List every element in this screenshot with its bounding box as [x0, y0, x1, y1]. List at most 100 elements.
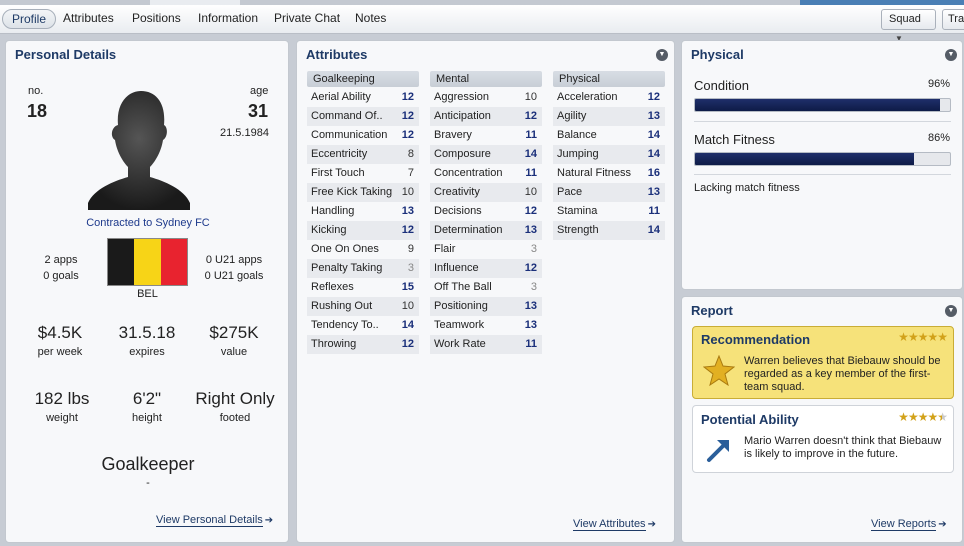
tab-private-chat[interactable]: Private Chat: [265, 9, 349, 29]
attribute-row[interactable]: Command Of.. 12: [307, 107, 419, 126]
divider: [694, 121, 951, 122]
attribute-value: 14: [524, 148, 537, 160]
tab-information[interactable]: Information: [189, 9, 267, 29]
attribute-name: Penalty Taking: [311, 262, 383, 274]
view-reports-label: View Reports: [871, 518, 937, 531]
attribute-row[interactable]: Stamina 11: [553, 202, 665, 221]
attribute-row[interactable]: Concentration 11: [430, 164, 542, 183]
tab-notes[interactable]: Notes: [346, 9, 395, 29]
player-position: Goalkeeper: [101, 454, 195, 474]
attribute-name: Creativity: [434, 186, 480, 198]
panel-menu-icon[interactable]: ▼: [945, 49, 957, 61]
tab-profile[interactable]: Profile: [2, 9, 57, 29]
divider: [694, 174, 951, 175]
attribute-name: Acceleration: [557, 91, 618, 103]
physical-title: Physical: [691, 47, 744, 62]
attribute-name: Natural Fitness: [557, 167, 631, 179]
attribute-row[interactable]: Rushing Out 10: [307, 297, 419, 316]
attribute-name: Eccentricity: [311, 148, 368, 160]
condition-bar-fill: [695, 99, 940, 111]
report-title: Report: [691, 303, 733, 318]
attribute-row[interactable]: Free Kick Taking 10: [307, 183, 419, 202]
shirt-number-label: no.: [28, 85, 44, 97]
star-filled-icon: ★: [927, 330, 938, 344]
attribute-row[interactable]: Influence 12: [430, 259, 542, 278]
attribute-value: 13: [524, 319, 537, 331]
attribute-row[interactable]: Agility 13: [553, 107, 665, 126]
attribute-name: Decisions: [434, 205, 482, 217]
view-reports-link[interactable]: View Reports ➔: [871, 518, 947, 531]
attribute-row[interactable]: Kicking 12: [307, 221, 419, 240]
star-filled-icon: ★: [927, 410, 938, 424]
attribute-row[interactable]: Positioning 13: [430, 297, 542, 316]
attribute-row[interactable]: Composure 14: [430, 145, 542, 164]
attribute-row[interactable]: Acceleration 12: [553, 88, 665, 107]
attributes-panel: Attributes ▼ Goalkeeping Aerial Ability 12…: [296, 40, 675, 543]
attribute-value: 13: [647, 110, 660, 122]
attribute-row[interactable]: Eccentricity 8: [307, 145, 419, 164]
attribute-row[interactable]: Strength 14: [553, 221, 665, 240]
attribute-row[interactable]: Work Rate 11: [430, 335, 542, 354]
transfer-button[interactable]: Tran: [942, 9, 964, 30]
panel-menu-icon[interactable]: ▼: [656, 49, 668, 61]
view-attributes-label: View Attributes: [573, 518, 646, 531]
attribute-name: Balance: [557, 129, 597, 141]
squad-dropdown[interactable]: Squad▼: [881, 9, 936, 43]
view-attributes-link[interactable]: View Attributes ➔: [573, 518, 656, 531]
attribute-value: 12: [401, 224, 414, 236]
attribute-row[interactable]: Aggression 10: [430, 88, 542, 107]
date-of-birth: 21.5.1984: [220, 127, 269, 139]
attribute-row[interactable]: First Touch 7: [307, 164, 419, 183]
tab-attributes[interactable]: Attributes: [54, 9, 123, 29]
attribute-row[interactable]: Natural Fitness 16: [553, 164, 665, 183]
physical-panel: Physical ▼ Condition 96% Match Fitness 8…: [681, 40, 963, 290]
attribute-row[interactable]: Jumping 14: [553, 145, 665, 164]
transfer-value-label: value: [220, 346, 248, 358]
star-filled-icon: ★: [917, 410, 929, 424]
attribute-value: 15: [401, 281, 414, 293]
nation-code: BEL: [137, 288, 158, 300]
age-label: age: [250, 85, 269, 97]
panel-menu-icon[interactable]: ▼: [945, 305, 957, 317]
view-personal-details-link[interactable]: View Personal Details ➔: [156, 514, 273, 527]
attribute-row[interactable]: Flair 3: [430, 240, 542, 259]
arrow-right-icon: ➔: [938, 519, 947, 530]
nation-flag: [107, 238, 188, 286]
potential-ability-star-rating: ★★★★★: [898, 410, 948, 424]
report-panel: Report ▼ Recommendation ★★★★★ Warren bel…: [681, 296, 963, 543]
attribute-value: 7: [407, 167, 414, 179]
attribute-row[interactable]: Tendency To.. 14: [307, 316, 419, 335]
attribute-group-header: Goalkeeping: [307, 71, 419, 87]
attribute-value: 14: [647, 148, 660, 160]
wage-label: per week: [37, 346, 83, 358]
attribute-row[interactable]: Determination 13: [430, 221, 542, 240]
arrow-up-right-icon: [707, 440, 729, 462]
attribute-row[interactable]: Aerial Ability 12: [307, 88, 419, 107]
attribute-row[interactable]: Handling 13: [307, 202, 419, 221]
attribute-row[interactable]: Throwing 12: [307, 335, 419, 354]
attribute-row[interactable]: Off The Ball 3: [430, 278, 542, 297]
attribute-row[interactable]: One On Ones 9: [307, 240, 419, 259]
attribute-value: 3: [530, 281, 537, 293]
match-fitness-bar: [694, 152, 951, 166]
attribute-name: Teamwork: [434, 319, 485, 331]
attribute-row[interactable]: Communication 12: [307, 126, 419, 145]
attribute-row[interactable]: Creativity 10: [430, 183, 542, 202]
contract-status-link[interactable]: Contracted to Sydney FC: [6, 217, 290, 229]
attribute-row[interactable]: Teamwork 13: [430, 316, 542, 335]
attribute-row[interactable]: Reflexes 15: [307, 278, 419, 297]
attribute-value: 12: [401, 338, 414, 350]
weight-label: weight: [46, 412, 78, 424]
transfer-value: $275K: [209, 323, 259, 342]
contract-expiry-value: 31.5.18: [118, 323, 176, 342]
star-filled-icon: ★: [907, 330, 919, 344]
attribute-row[interactable]: Anticipation 12: [430, 107, 542, 126]
attribute-row[interactable]: Bravery 11: [430, 126, 542, 145]
attribute-row[interactable]: Penalty Taking 3: [307, 259, 419, 278]
tab-positions[interactable]: Positions: [123, 9, 190, 29]
attribute-row[interactable]: Pace 13: [553, 183, 665, 202]
attribute-row[interactable]: Balance 14: [553, 126, 665, 145]
star-filled-icon: ★: [937, 330, 948, 344]
profile-tab-bar: Profile Attributes Positions Information…: [0, 5, 964, 43]
attribute-row[interactable]: Decisions 12: [430, 202, 542, 221]
